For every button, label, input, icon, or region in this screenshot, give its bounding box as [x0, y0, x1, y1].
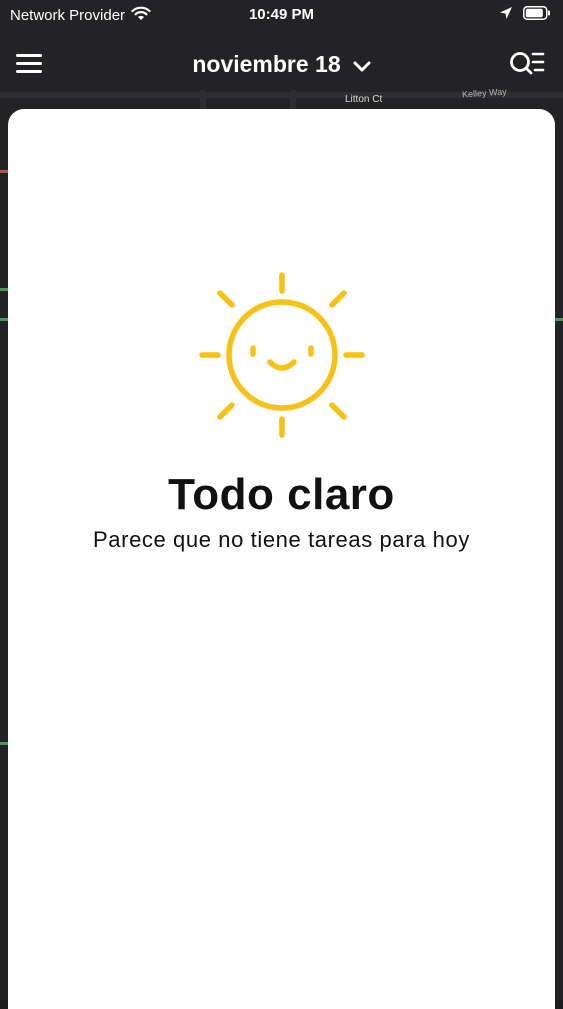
smiling-sun-icon	[197, 270, 367, 445]
map-street-label: Litton Ct	[345, 94, 383, 105]
map-road	[290, 90, 296, 110]
nav-bar: noviembre 18	[0, 38, 563, 92]
date-selector: noviembre 18	[0, 51, 563, 78]
battery-icon	[523, 6, 551, 24]
map-route-line	[555, 318, 563, 321]
map-road	[200, 90, 206, 110]
search-list-icon[interactable]	[509, 50, 545, 78]
tasks-sheet	[8, 109, 555, 1009]
date-dropdown-button[interactable]: noviembre 18	[192, 51, 371, 78]
status-time: 10:49 PM	[248, 6, 315, 23]
location-arrow-icon	[499, 6, 513, 24]
status-bar: Network Provider 10:49 PM	[0, 0, 563, 30]
date-label: noviembre 18	[192, 51, 341, 77]
empty-state-title: Todo claro	[168, 470, 395, 519]
chevron-down-icon	[353, 51, 371, 78]
empty-state-subtitle: Parece que no tiene tareas para hoy	[93, 527, 470, 552]
